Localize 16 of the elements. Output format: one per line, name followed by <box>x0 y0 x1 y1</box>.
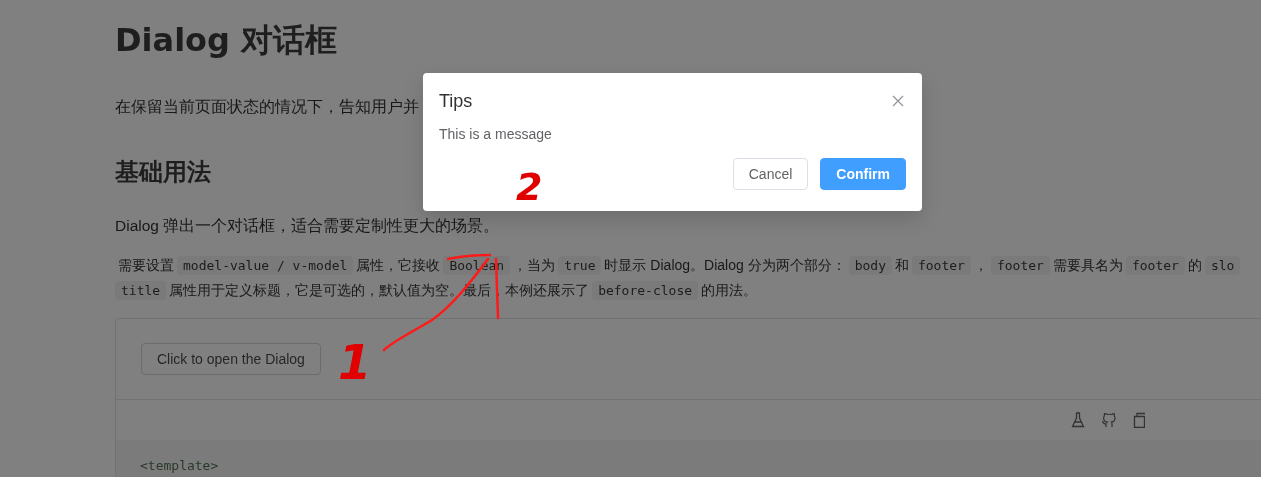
annotation-mark: 1 <box>338 338 372 386</box>
annotation-mark: 2 <box>516 168 543 206</box>
section-title: 基础用法 <box>115 157 211 188</box>
dialog-message: This is a message <box>439 126 552 142</box>
copy-icon[interactable] <box>1133 412 1145 428</box>
description-text: Dialog 弹出一个对话框，适合需要定制性更大的场景。 <box>115 216 500 236</box>
dialog-title: Tips <box>439 90 473 112</box>
page-title: Dialog 对话框 <box>115 20 338 61</box>
cancel-button[interactable]: Cancel <box>732 158 809 190</box>
flask-icon[interactable] <box>1071 412 1085 428</box>
source-icon[interactable] <box>1101 412 1117 428</box>
close-icon[interactable] <box>892 94 904 107</box>
code-line: <template> <box>140 458 219 473</box>
confirm-button[interactable]: Confirm <box>820 158 906 190</box>
intro-text: 在保留当前页面状态的情况下，告知用户并 <box>115 97 419 117</box>
open-dialog-button[interactable]: Click to open the Dialog <box>141 343 321 375</box>
